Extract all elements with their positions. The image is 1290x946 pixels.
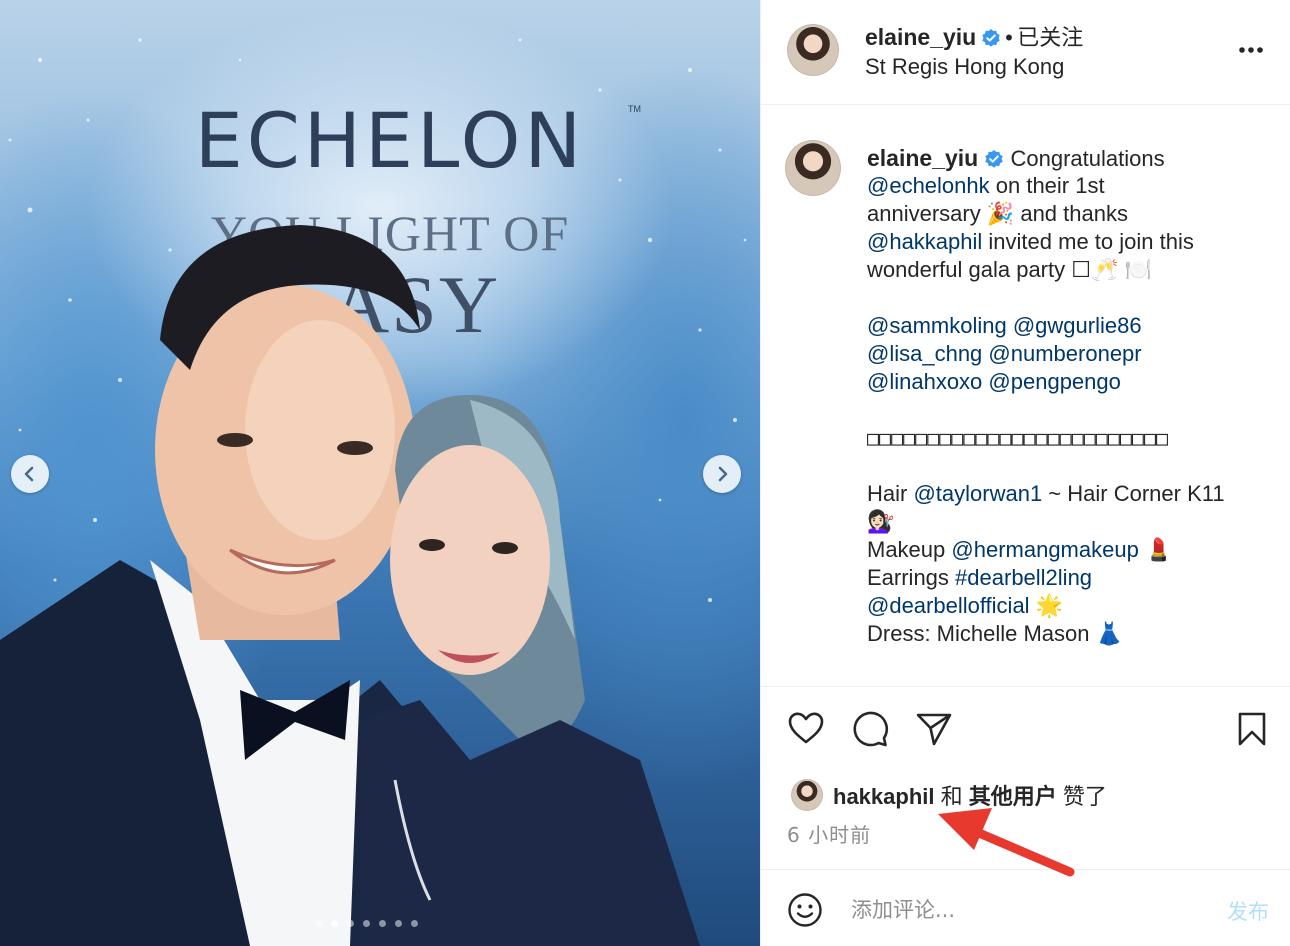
mention-link[interactable]: @lisa_chng xyxy=(867,341,982,366)
caption-text: Congratulations xyxy=(1010,146,1165,171)
carousel-next-button[interactable] xyxy=(703,455,741,493)
mention-link[interactable]: @hermangmakeup xyxy=(951,537,1138,562)
header-separator: • xyxy=(1005,25,1013,50)
heart-icon[interactable] xyxy=(787,711,825,745)
mention-link[interactable]: @hakkaphil xyxy=(867,229,982,254)
comment-input[interactable] xyxy=(849,894,1193,926)
liked-by-suffix: 赞了 xyxy=(1062,784,1107,809)
carousel-prev-button[interactable] xyxy=(11,455,49,493)
more-horizontal-icon[interactable] xyxy=(1235,36,1267,64)
mention-link[interactable]: @taylorwan1 xyxy=(913,481,1042,506)
follow-status-button[interactable]: 已关注 xyxy=(1017,26,1083,51)
post-caption: elaine_yiu Congratulations @echelonhk on… xyxy=(867,144,1277,648)
caption-emoji: 💇🏻‍♀️ xyxy=(867,509,895,534)
comment-bar: 发布 xyxy=(761,870,1290,946)
mention-link[interactable]: @echelonhk xyxy=(867,173,990,198)
post-comment-button[interactable]: 发布 xyxy=(1227,896,1269,926)
mention-link[interactable]: @sammkoling xyxy=(867,313,1007,338)
send-icon[interactable] xyxy=(915,711,953,747)
bookmark-icon[interactable] xyxy=(1235,711,1269,747)
post-header: elaine_yiu • 已关注 St Regis Hong Kong xyxy=(761,0,1290,105)
smiley-icon[interactable] xyxy=(787,892,823,928)
liked-by-conjunction: 和 xyxy=(940,784,963,809)
caption-emoji: 🌟 xyxy=(1029,593,1064,618)
caption-text: Earrings xyxy=(867,565,956,590)
carousel-dot xyxy=(315,920,322,927)
caption-text: Hair xyxy=(867,481,914,506)
caption-text: ~ Hair Corner K11 xyxy=(1042,481,1225,506)
liked-by-row: hakkaphil 和 其他用户 赞了 xyxy=(791,779,1107,811)
caption-text: invited me to join this xyxy=(982,229,1194,254)
hashtag-link[interactable]: #dearbell2ling xyxy=(955,565,1092,590)
caption-emoji: 💄 xyxy=(1138,537,1173,562)
liked-by-others-link[interactable]: 其他用户 xyxy=(969,784,1057,809)
mention-link[interactable]: @linahxoxo xyxy=(867,369,982,394)
location-link[interactable]: St Regis Hong Kong xyxy=(865,54,1064,80)
verified-badge-icon xyxy=(981,29,1000,47)
verified-badge-icon xyxy=(985,150,1004,168)
carousel-dot xyxy=(331,920,338,927)
post-actions: hakkaphil 和 其他用户 赞了 6 小时前 xyxy=(761,686,1290,870)
comment-icon[interactable] xyxy=(851,711,889,747)
mention-link[interactable]: @gwgurlie86 xyxy=(1013,313,1142,338)
caption-username[interactable]: elaine_yiu xyxy=(867,145,978,171)
carousel-dot xyxy=(363,920,370,927)
caption-text: anniversary 🎉 and thanks xyxy=(867,201,1128,226)
carousel-dot xyxy=(411,920,418,927)
carousel-dot xyxy=(395,920,402,927)
chevron-right-icon xyxy=(718,466,728,482)
post-timestamp[interactable]: 6 小时前 xyxy=(787,819,871,848)
liker-avatar[interactable] xyxy=(791,779,823,811)
mention-link[interactable]: @numberonepr xyxy=(988,341,1141,366)
caption-text: Dress: Michelle Mason 👗 xyxy=(867,621,1124,646)
carousel-dot xyxy=(379,920,386,927)
chevron-left-icon xyxy=(24,466,34,482)
mention-link[interactable]: @pengpengo xyxy=(988,369,1120,394)
caption-text: Makeup xyxy=(867,537,952,562)
carousel-indicator xyxy=(315,920,418,927)
post-side-panel: elaine_yiu • 已关注 St Regis Hong Kong elai… xyxy=(760,0,1290,946)
caption-text: on their 1st xyxy=(989,173,1105,198)
carousel-dot xyxy=(347,920,354,927)
couple-illustration xyxy=(0,225,700,946)
caption-avatar[interactable] xyxy=(785,140,841,196)
post-photo[interactable]: ECHELON TM YOU LIGHT OF ASY xyxy=(0,0,760,946)
unrendered-glyphs: □□□□□□□□□□□□□□□□□□□□□□□□□ xyxy=(867,426,1169,450)
author-avatar[interactable] xyxy=(787,24,839,76)
author-username[interactable]: elaine_yiu xyxy=(865,24,976,50)
caption-text: wonderful gala party ☐🥂 🍽️ xyxy=(867,257,1152,282)
liker-username[interactable]: hakkaphil xyxy=(833,784,934,809)
mention-link[interactable]: @dearbellofficial xyxy=(867,593,1030,618)
